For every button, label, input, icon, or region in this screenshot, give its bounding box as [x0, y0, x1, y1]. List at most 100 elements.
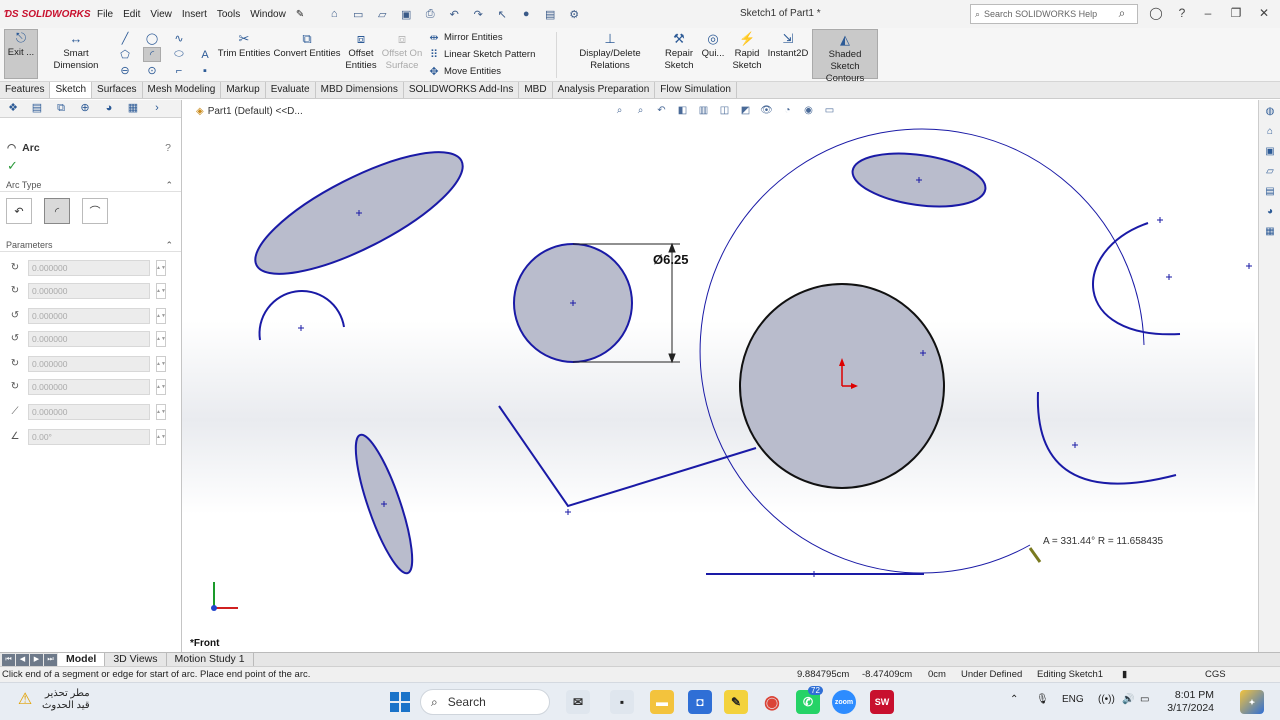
ok-checkmark-button[interactable]: ✓ — [0, 158, 181, 176]
spline-icon[interactable]: ∿ — [170, 31, 188, 46]
chevron-right-icon[interactable]: › — [148, 101, 166, 116]
solidworks-logo[interactable]: ƊS SOLIDWORKS — [0, 9, 92, 20]
redo-icon[interactable]: ↷ — [469, 6, 487, 22]
spin-icon[interactable]: ▲▼ — [156, 403, 166, 420]
shaded-sketch-contours-button[interactable]: ◭ Shaded Sketch Contours — [812, 29, 878, 84]
display-style-icon[interactable]: ◩ — [738, 104, 753, 118]
file-properties-icon[interactable]: ▤ — [541, 6, 559, 22]
polygon-icon[interactable]: ⬠ — [116, 47, 134, 62]
unit-system[interactable]: CGS — [1205, 669, 1226, 680]
previous-view-icon[interactable]: ↶ — [654, 104, 669, 118]
windows-start-icon[interactable] — [390, 692, 410, 712]
point-icon[interactable]: ⊙ — [143, 63, 161, 78]
home-icon[interactable]: ⌂ — [325, 6, 343, 22]
weather-widget[interactable]: ⚠ مطر تحذير قيد الحدوث — [14, 688, 90, 712]
slot-icon[interactable]: ⊖ — [116, 63, 134, 78]
options-gear-icon[interactable]: ⚙ — [565, 6, 583, 22]
view-settings-icon[interactable]: ▭ — [822, 104, 837, 118]
instant2d-button[interactable]: ⇲ Instant2D — [766, 31, 810, 60]
help-question-icon[interactable]: ? — [165, 142, 171, 154]
hide-show-icon[interactable]: 👁 — [759, 104, 774, 118]
zoom-to-area-icon[interactable]: ⌕ — [633, 104, 648, 118]
menu-file[interactable]: File — [92, 9, 118, 20]
terminal-icon[interactable]: ▪ — [610, 690, 634, 714]
configuration-manager-icon[interactable]: ⧉ — [52, 101, 70, 116]
file-explorer-icon[interactable]: ▬ — [650, 690, 674, 714]
quick-snaps-button[interactable]: ◎ Qui... — [700, 31, 726, 60]
open-icon[interactable]: ▱ — [373, 6, 391, 22]
spin-icon[interactable]: ▲▼ — [156, 259, 166, 276]
tangent-arc-icon[interactable]: ↶ — [6, 198, 32, 224]
tab-markup[interactable]: Markup — [221, 82, 266, 98]
ellipse-icon[interactable]: ⬭ — [170, 47, 188, 62]
file-explorer-icon[interactable]: ▱ — [1262, 164, 1278, 180]
menu-view[interactable]: View — [145, 9, 177, 20]
prev-tab-icon[interactable]: ◀ — [16, 653, 29, 666]
center-y-field[interactable]: 0.000000 — [28, 282, 150, 299]
start-y-field[interactable]: 0.000000 — [28, 330, 150, 347]
offset-on-surface-button[interactable]: ⧈ Offset On Surface — [380, 31, 424, 72]
angle-field[interactable]: 0.00° — [28, 428, 150, 445]
help-icon[interactable]: ? — [1172, 4, 1192, 22]
undo-icon[interactable]: ↶ — [445, 6, 463, 22]
wifi-icon[interactable]: ((•)) — [1098, 694, 1115, 705]
offset-entities-button[interactable]: ⧈ Offset Entities — [342, 31, 380, 72]
feature-manager-icon[interactable]: ❖ — [4, 101, 22, 116]
tab-3d-views[interactable]: 3D Views — [105, 653, 167, 666]
linear-sketch-pattern-button[interactable]: ⠿ Linear Sketch Pattern — [427, 48, 535, 61]
spin-icon[interactable]: ▲▼ — [156, 355, 166, 372]
repair-sketch-button[interactable]: ⚒ Repair Sketch — [662, 31, 696, 72]
circle-icon[interactable]: ◯ — [143, 31, 161, 46]
dimxpert-icon[interactable]: ⊕ — [76, 101, 94, 116]
language-indicator[interactable]: ENG — [1062, 694, 1084, 705]
arc-type-section[interactable]: Arc Type ⌃ — [0, 180, 181, 192]
radius-field[interactable]: 0.000000 — [28, 403, 150, 420]
line-icon[interactable]: ╱ — [116, 31, 134, 46]
property-manager-icon[interactable]: ▤ — [28, 101, 46, 116]
tab-motion-study[interactable]: Motion Study 1 — [167, 653, 254, 666]
tab-evaluate[interactable]: Evaluate — [266, 82, 316, 98]
minimize-icon[interactable]: – — [1198, 4, 1218, 22]
widgets-icon[interactable]: ✉ — [566, 690, 590, 714]
sticky-notes-icon[interactable]: ✎ — [724, 690, 748, 714]
design-library-icon[interactable]: ▣ — [1262, 144, 1278, 160]
tab-analysis-preparation[interactable]: Analysis Preparation — [553, 82, 656, 98]
center-x-field[interactable]: 0.000000 — [28, 259, 150, 276]
move-entities-button[interactable]: ✥ Move Entities — [427, 65, 501, 78]
menu-window[interactable]: Window — [245, 9, 291, 20]
tab-mbd[interactable]: MBD — [519, 82, 553, 98]
solidworks-resources-icon[interactable]: ◍ — [1262, 104, 1278, 120]
solidworks-taskbar-icon[interactable]: SW — [870, 690, 894, 714]
custom-properties-icon[interactable]: ▦ — [1262, 224, 1278, 240]
dimension-value[interactable]: Ø6.25 — [653, 252, 688, 267]
start-x-field[interactable]: 0.000000 — [28, 307, 150, 324]
view-palette-icon[interactable]: ▤ — [1262, 184, 1278, 200]
microphone-icon[interactable]: 🎙 — [1036, 694, 1049, 705]
parameters-section[interactable]: Parameters ⌃ — [0, 240, 181, 252]
tab-surfaces[interactable]: Surfaces — [92, 82, 143, 98]
traffic-light-icon[interactable]: ● — [517, 6, 535, 22]
restore-icon[interactable]: ❐ — [1226, 4, 1246, 22]
spin-icon[interactable]: ▲▼ — [156, 330, 166, 347]
rapid-sketch-button[interactable]: ⚡ Rapid Sketch — [730, 31, 764, 72]
tab-model[interactable]: Model — [58, 653, 106, 666]
user-account-icon[interactable]: ◯ — [1146, 4, 1166, 22]
store-icon[interactable]: ◘ — [688, 690, 712, 714]
text-icon[interactable]: A — [196, 47, 214, 62]
chrome-icon[interactable]: ◉ — [760, 690, 784, 714]
last-tab-icon[interactable]: ⏭ — [44, 653, 57, 666]
first-tab-icon[interactable]: ⏮ — [2, 653, 15, 666]
centerpoint-arc-icon[interactable]: ◜ — [44, 198, 70, 224]
taskbar-search[interactable]: ⌕ Search — [420, 689, 550, 715]
tab-mbd-dimensions[interactable]: MBD Dimensions — [316, 82, 404, 98]
arc-icon[interactable]: ◜ — [143, 47, 161, 62]
spin-icon[interactable]: ▲▼ — [156, 378, 166, 395]
dynamic-annotation-icon[interactable]: ▥ — [696, 104, 711, 118]
plane-icon[interactable]: ▪ — [196, 63, 214, 78]
tab-features[interactable]: Features — [0, 82, 51, 98]
system-clock[interactable]: 8:01 PM 3/17/2024 — [1160, 689, 1214, 715]
spin-icon[interactable]: ▲▼ — [156, 428, 166, 445]
smart-dimension-button[interactable]: ↔ Smart Dimension — [40, 31, 112, 72]
search-magnifier-icon[interactable]: ⌕ — [1112, 4, 1132, 22]
print-icon[interactable]: ⎙ — [421, 6, 439, 22]
